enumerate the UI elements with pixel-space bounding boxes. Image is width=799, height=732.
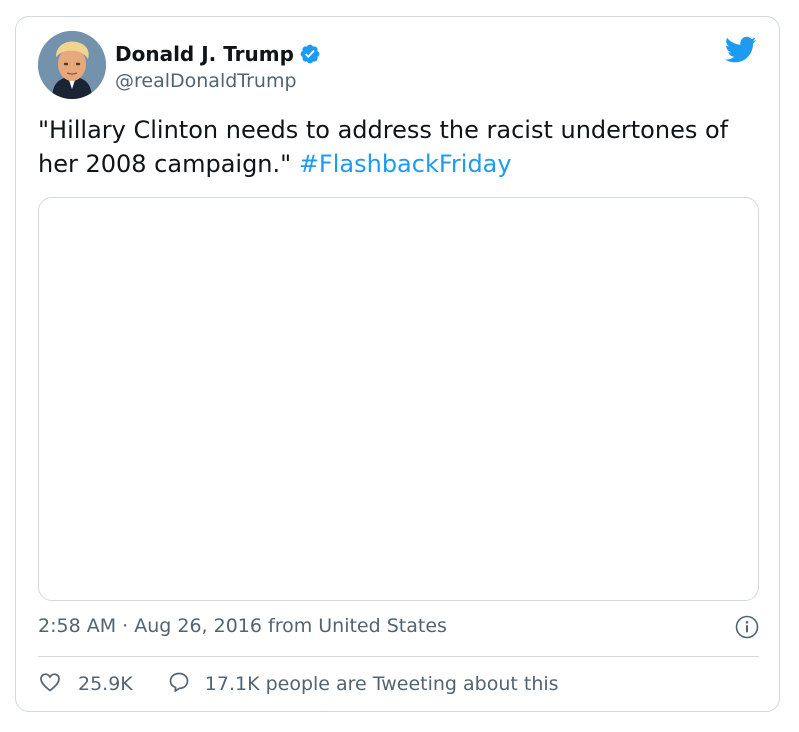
conversation-count: 17.1K people are Tweeting about this: [204, 673, 559, 695]
author-handle[interactable]: @realDonaldTrump: [115, 69, 297, 93]
twitter-bird-icon[interactable]: [724, 36, 757, 64]
tweet-timestamp[interactable]: 2:58 AM · Aug 26, 2016 from United State…: [38, 613, 447, 639]
avatar[interactable]: [38, 31, 106, 99]
conversation-link[interactable]: 17.1K people are Tweeting about this: [167, 670, 559, 699]
media-placeholder[interactable]: [38, 197, 759, 601]
like-button[interactable]: 25.9K: [38, 670, 133, 699]
speech-bubble-icon: [167, 670, 191, 699]
hashtag-link[interactable]: #FlashbackFriday: [299, 150, 512, 178]
info-icon[interactable]: [735, 615, 759, 639]
heart-icon: [38, 670, 62, 699]
author-name-row: Donald J. Trump: [115, 41, 321, 67]
like-count: 25.9K: [78, 673, 133, 695]
author-name[interactable]: Donald J. Trump: [115, 41, 294, 67]
engagement-bar: 25.9K 17.1K people are Tweeting about th…: [38, 669, 559, 699]
divider: [38, 656, 759, 657]
tweet-text: "Hillary Clinton needs to address the ra…: [38, 113, 763, 181]
tweet-card: Donald J. Trump @realDonaldTrump "Hillar…: [15, 16, 780, 712]
verified-badge-icon: [299, 43, 321, 65]
